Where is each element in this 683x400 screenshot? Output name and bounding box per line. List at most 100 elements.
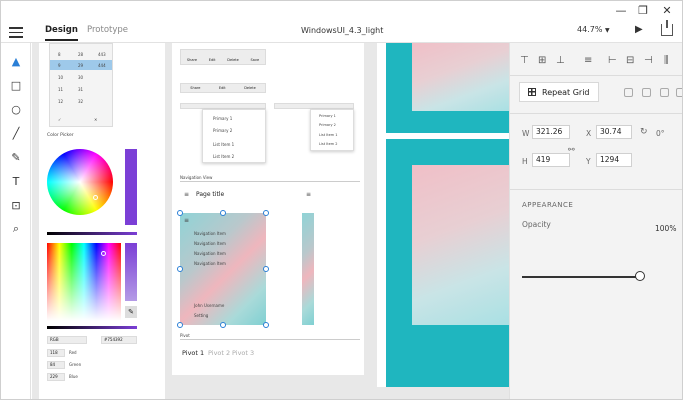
rotation-field[interactable]: 0° bbox=[656, 129, 665, 138]
design-canvas[interactable]: 8 28 443 9 29 444 10 30 11 31 12 32 ✓ ✕ … bbox=[32, 43, 509, 399]
height-field[interactable]: 419 bbox=[532, 153, 570, 167]
photo-image[interactable] bbox=[386, 139, 509, 387]
selection-handle[interactable] bbox=[263, 322, 269, 328]
selection-handle[interactable] bbox=[177, 210, 183, 216]
distribute-icon[interactable]: ≡ bbox=[584, 55, 592, 71]
value-slider[interactable] bbox=[47, 232, 137, 235]
align-left-icon[interactable]: ⊢ bbox=[608, 55, 617, 71]
play-icon[interactable]: ▶ bbox=[635, 24, 643, 35]
align-top-icon[interactable]: ⊤ bbox=[520, 55, 529, 71]
menu-item[interactable]: List Item 2 bbox=[213, 154, 234, 159]
hex-field[interactable]: #754392 bbox=[101, 336, 137, 344]
minimize-button[interactable]: — bbox=[613, 3, 629, 19]
pen-tool-icon[interactable]: ✎ bbox=[8, 149, 24, 165]
color-spectrum[interactable] bbox=[47, 243, 121, 321]
selection-handle[interactable] bbox=[177, 266, 183, 272]
align-middle-icon[interactable]: ⊞ bbox=[538, 55, 546, 71]
calendar-cell: 444 bbox=[98, 63, 106, 68]
command-delete[interactable]: Delete bbox=[244, 86, 256, 90]
boolean-add-icon[interactable] bbox=[624, 88, 633, 97]
maximize-button[interactable]: ❐ bbox=[635, 3, 651, 19]
nav-item[interactable]: Navigation Item bbox=[194, 251, 226, 256]
boolean-exclude-icon[interactable] bbox=[676, 88, 682, 97]
nav-item[interactable]: Navigation Item bbox=[194, 231, 226, 236]
command-save[interactable]: Save bbox=[251, 58, 260, 62]
menu-item[interactable]: Primary 1 bbox=[319, 114, 336, 118]
green-field[interactable]: 84 bbox=[47, 361, 65, 369]
menu-item[interactable]: List Item 1 bbox=[319, 133, 338, 137]
nav-item[interactable]: Navigation Item bbox=[194, 241, 226, 246]
repeat-grid-button[interactable]: Repeat Grid bbox=[519, 82, 599, 102]
zoom-tool-icon[interactable]: ⌕ bbox=[8, 221, 24, 237]
command-delete[interactable]: Delete bbox=[227, 58, 239, 62]
photo-image[interactable] bbox=[386, 43, 509, 133]
artboard-color-picker[interactable]: 8 28 443 9 29 444 10 30 11 31 12 32 ✓ ✕ … bbox=[39, 43, 165, 399]
y-field[interactable]: 1294 bbox=[596, 153, 632, 167]
artboard-navigation[interactable]: Share Edit Delete Save Share Edit Delete… bbox=[172, 43, 364, 375]
opacity-slider-thumb[interactable] bbox=[635, 271, 645, 281]
distribute-horizontal-icon[interactable]: ⫼ bbox=[664, 55, 669, 71]
tab-design[interactable]: Design bbox=[45, 25, 78, 41]
color-wheel[interactable] bbox=[47, 149, 113, 215]
ellipse-tool-icon[interactable]: ○ bbox=[8, 101, 24, 117]
zoom-level[interactable]: 44.7% bbox=[577, 25, 602, 34]
artboard-photo[interactable] bbox=[377, 43, 509, 387]
close-button[interactable]: ✕ bbox=[659, 3, 675, 19]
selection-handle[interactable] bbox=[263, 266, 269, 272]
navigation-pane-compact[interactable] bbox=[302, 213, 314, 325]
hamburger-icon[interactable]: ≡ bbox=[184, 217, 189, 224]
hamburger-icon[interactable]: ≡ bbox=[306, 191, 311, 198]
chevron-down-icon[interactable]: ▼ bbox=[605, 27, 610, 34]
user-name[interactable]: John Username bbox=[194, 303, 224, 308]
artboard-tool-icon[interactable]: ⊡ bbox=[8, 197, 24, 213]
eyedropper-icon[interactable]: ✎ bbox=[125, 306, 137, 318]
red-field[interactable]: 118 bbox=[47, 349, 65, 357]
rotation-icon[interactable]: ↻ bbox=[640, 127, 648, 137]
hamburger-icon[interactable]: ≡ bbox=[184, 191, 189, 198]
opacity-slider-track[interactable] bbox=[522, 276, 640, 278]
selection-handle[interactable] bbox=[177, 322, 183, 328]
hue-slider[interactable] bbox=[47, 326, 137, 329]
text-tool-icon[interactable]: T bbox=[8, 173, 24, 189]
menu-item[interactable]: List Item 1 bbox=[213, 142, 234, 147]
calendar-cell: 8 bbox=[58, 52, 61, 57]
selection-handle[interactable] bbox=[220, 210, 226, 216]
share-icon[interactable] bbox=[661, 20, 673, 36]
y-label: Y bbox=[586, 157, 591, 166]
width-field[interactable]: 321.26 bbox=[532, 125, 570, 139]
calendar-cell: 9 bbox=[58, 63, 61, 68]
pivot-tab-1[interactable]: Pivot 1 bbox=[182, 349, 204, 357]
align-center-icon[interactable]: ⊟ bbox=[626, 55, 634, 71]
boolean-intersect-icon[interactable] bbox=[660, 88, 669, 97]
x-field[interactable]: 30.74 bbox=[596, 125, 632, 139]
select-tool-icon[interactable]: ▲ bbox=[8, 53, 24, 69]
line-tool-icon[interactable]: ╱ bbox=[8, 125, 24, 141]
navigation-pane[interactable]: ≡ Navigation Item Navigation Item Naviga… bbox=[180, 213, 266, 325]
align-right-icon[interactable]: ⊣ bbox=[644, 55, 653, 71]
nav-item[interactable]: Navigation Item bbox=[194, 261, 226, 266]
command-edit[interactable]: Edit bbox=[209, 58, 216, 62]
tab-prototype[interactable]: Prototype bbox=[87, 25, 128, 35]
boolean-subtract-icon[interactable] bbox=[642, 88, 651, 97]
menu-item[interactable]: Primary 2 bbox=[319, 123, 336, 127]
pivot-tab-2[interactable]: Pivot 2 bbox=[208, 349, 230, 357]
menu-item[interactable]: List Item 2 bbox=[319, 142, 338, 146]
align-bottom-icon[interactable]: ⊥ bbox=[556, 55, 565, 71]
selection-handle[interactable] bbox=[220, 322, 226, 328]
command-edit[interactable]: Edit bbox=[219, 86, 226, 90]
settings-item[interactable]: Setting bbox=[194, 313, 208, 318]
command-bar-compact: Share Edit Delete bbox=[180, 83, 266, 93]
command-share[interactable]: Share bbox=[190, 86, 200, 90]
alpha-bar[interactable] bbox=[125, 243, 137, 301]
menu-item[interactable]: Primary 1 bbox=[213, 116, 232, 121]
color-mode-dropdown[interactable]: RGB bbox=[47, 336, 87, 344]
rectangle-tool-icon[interactable]: □ bbox=[8, 77, 24, 93]
hamburger-icon[interactable] bbox=[9, 24, 23, 38]
opacity-value[interactable]: 100% bbox=[655, 224, 676, 233]
title-bar: — ❐ ✕ bbox=[1, 1, 682, 21]
menu-item[interactable]: Primary 2 bbox=[213, 128, 232, 133]
selection-handle[interactable] bbox=[263, 210, 269, 216]
command-share[interactable]: Share bbox=[187, 58, 197, 62]
pivot-tab-3[interactable]: Pivot 3 bbox=[232, 349, 254, 357]
blue-field[interactable]: 229 bbox=[47, 373, 65, 381]
